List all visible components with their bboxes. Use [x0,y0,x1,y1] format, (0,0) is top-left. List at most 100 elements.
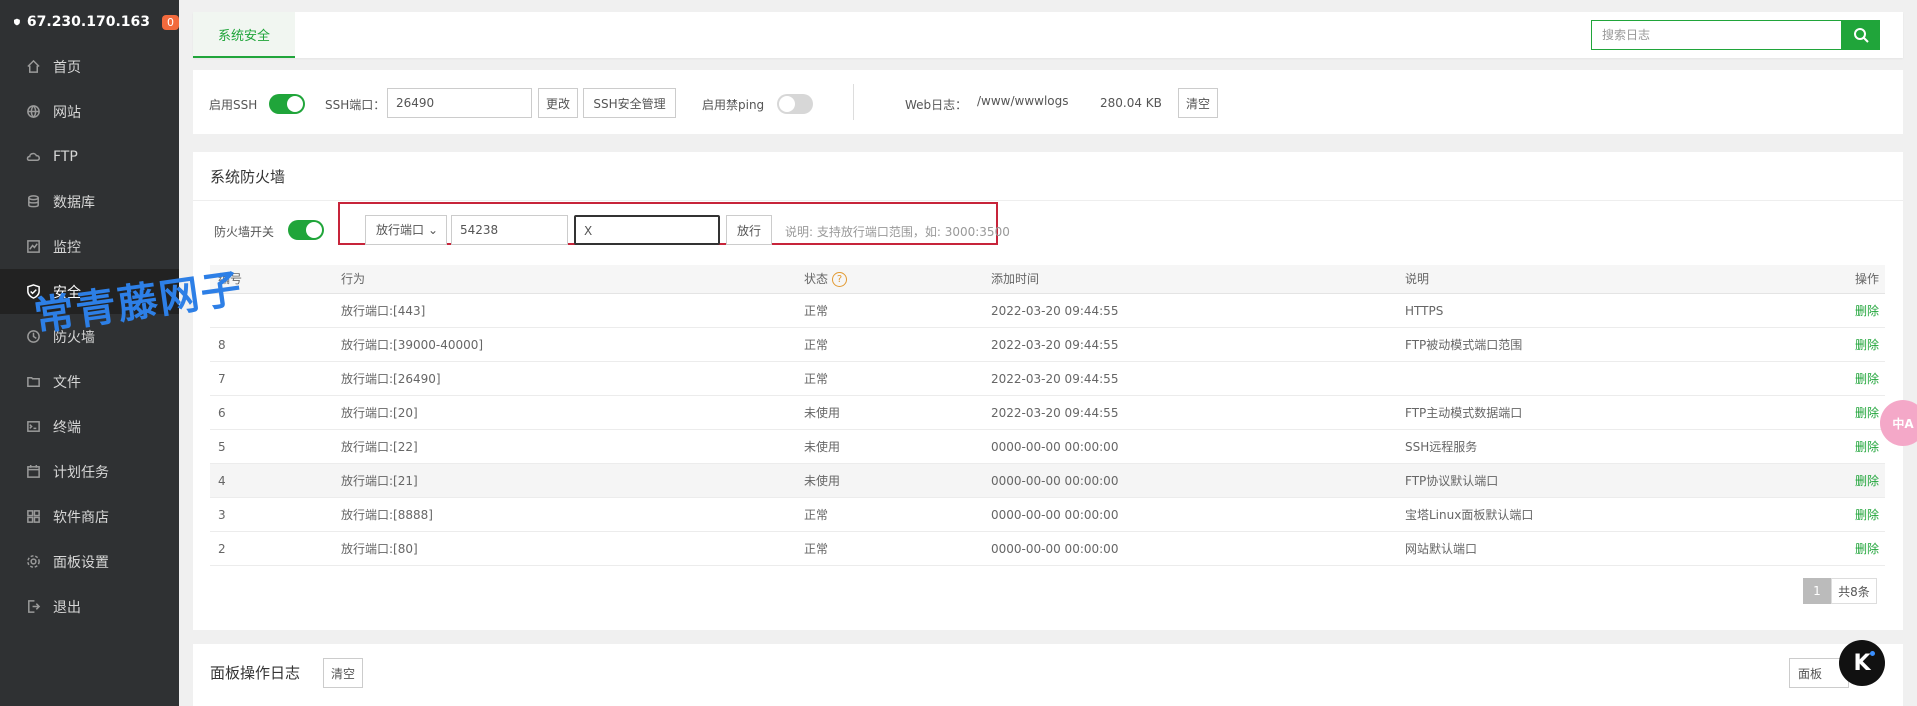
sidebar-item-label: 网站 [53,104,81,121]
delete-link[interactable]: 删除 [1855,532,1879,566]
table-row: 放行端口:[443] 正常 2022-03-20 09:44:55 HTTPS 删除 [210,294,1885,328]
col-status-label: 状态 [804,272,829,286]
logout-icon [28,600,41,613]
sidebar-item-website[interactable]: 网站 [0,89,179,134]
cell-id: 7 [218,372,226,386]
firewall-switch-toggle[interactable] [288,220,324,240]
col-desc: 说明 [1405,272,1430,286]
sidebar-item-terminal[interactable]: 终端 [0,404,179,449]
search-icon [1854,28,1869,43]
rule-type-select[interactable]: 放行端口 ⌄ [365,215,447,245]
terminal-icon [27,421,40,432]
cell-action: 放行端口:[39000-40000] [341,338,484,352]
delete-link[interactable]: 删除 [1855,294,1879,328]
cell-action: 放行端口:[8888] [341,508,433,522]
table-row: 4 放行端口:[21] 未使用 0000-00-00 00:00:00 FTP协议默认端… [210,464,1885,498]
sidebar-item-monitor[interactable]: 监控 [0,224,179,269]
sidebar-item-cron[interactable]: 计划任务 [0,449,179,494]
weblog-path-link[interactable]: /www/wwwlogs [977,94,1069,108]
status-dot [1870,651,1875,656]
server-header: 67.230.170.163 0 [0,0,179,44]
sidebar-item-store[interactable]: 软件商店 [0,494,179,539]
tab-system-security[interactable]: 系统安全 [193,12,295,58]
weblog-clear-button[interactable]: 清空 [1178,88,1218,118]
notification-badge[interactable]: 0 [162,14,179,30]
ping-block-label: 启用禁ping [702,98,765,112]
cell-id: 4 [218,474,226,488]
cell-desc: FTP主动模式数据端口 [1405,406,1523,420]
monitor-icon [27,240,40,253]
ftp-icon [26,152,40,161]
ssh-security-manage-button[interactable]: SSH安全管理 [583,88,676,118]
sidebar-item-ftp[interactable]: FTP [0,134,179,179]
ssh-port-input[interactable]: 26490 [387,88,532,118]
cell-id: 6 [218,406,226,420]
firewall-panel: 系统防火墙 防火墙开关 放行端口 ⌄ 54238 X 放行 说明: 支持放行端口范… [193,152,1903,630]
apps-icon [27,510,40,523]
sidebar-item-logout[interactable]: 退出 [0,584,179,629]
port-input[interactable]: 54238 [451,215,568,245]
globe-icon [27,105,40,119]
cell-desc: SSH远程服务 [1405,440,1478,454]
cell-action: 放行端口:[443] [341,304,426,318]
cell-desc: FTP协议默认端口 [1405,474,1499,488]
cell-id: 3 [218,508,226,522]
ssh-port-change-button[interactable]: 更改 [538,88,578,118]
cell-time: 0000-00-00 00:00:00 [991,508,1119,522]
divider [193,200,1903,201]
cell-desc: HTTPS [1405,304,1444,318]
sidebar-item-files[interactable]: 文件 [0,359,179,404]
delete-link[interactable]: 删除 [1855,498,1879,532]
cell-id: 8 [218,338,226,352]
sidebar-item-home[interactable]: 首页 [0,44,179,89]
tab-bar: 系统安全 搜索日志 [193,12,1903,58]
sidebar-item-label: 文件 [53,374,81,391]
cell-action: 放行端口:[20] [341,406,418,420]
server-shield-icon [14,18,20,26]
sidebar-item-label: 退出 [53,599,81,616]
translate-icon: 中A [1892,416,1914,431]
ping-block-toggle[interactable] [777,94,813,114]
k-assistant-button[interactable]: K [1839,640,1885,686]
sidebar-item-label: 数据库 [53,194,95,211]
table-row: 7 放行端口:[26490] 正常 2022-03-20 09:44:55 删除 [210,362,1885,396]
sidebar-item-label: 首页 [53,59,81,76]
col-op: 操作 [1855,272,1880,286]
allow-port-button[interactable]: 放行 [726,215,772,245]
cell-time: 0000-00-00 00:00:00 [991,440,1119,454]
ssh-enable-label: 启用SSH [209,98,258,112]
log-search-input[interactable]: 搜索日志 [1591,20,1842,50]
sidebar-item-settings[interactable]: 面板设置 [0,539,179,584]
firewall-title: 系统防火墙 [210,168,286,186]
firewall-switch-label: 防火墙开关 [214,225,275,239]
sidebar-item-database[interactable]: 数据库 [0,179,179,224]
weblog-size: 280.04 KB [1100,96,1162,110]
cell-status: 未使用 [804,440,841,454]
sidebar-item-label: 监控 [53,239,81,256]
cell-time: 2022-03-20 09:44:55 [991,372,1119,386]
delete-link[interactable]: 删除 [1855,328,1879,362]
page-current[interactable]: 1 [1803,578,1831,604]
search-button[interactable] [1842,20,1880,50]
table-row: 2 放行端口:[80] 正常 0000-00-00 00:00:00 网站默认端口 删除 [210,532,1885,566]
cell-time: 2022-03-20 09:44:55 [991,406,1119,420]
delete-link[interactable]: 删除 [1855,396,1879,430]
delete-link[interactable]: 删除 [1855,430,1879,464]
panel-log-section: 面板操作日志 清空 面板 [193,644,1903,706]
gear-icon [27,555,40,568]
delete-link[interactable]: 删除 [1855,362,1879,396]
cell-time: 2022-03-20 09:44:55 [991,304,1119,318]
cell-desc: FTP被动模式端口范围 [1405,338,1523,352]
cell-desc: 网站默认端口 [1405,542,1478,556]
weblog-label: Web日志： [905,98,968,112]
cell-id: 5 [218,440,226,454]
ssh-enable-toggle[interactable] [269,94,305,114]
log-clear-button[interactable]: 清空 [323,658,363,688]
cell-status: 正常 [804,338,829,352]
chevron-down-icon: ⌄ [428,223,439,237]
ssh-panel: 启用SSH SSH端口： 26490 更改 SSH安全管理 启用禁ping We… [193,70,1903,134]
delete-link[interactable]: 删除 [1855,464,1879,498]
help-icon[interactable]: ? [832,272,848,287]
cell-time: 0000-00-00 00:00:00 [991,474,1119,488]
note-input[interactable]: X [574,215,720,245]
